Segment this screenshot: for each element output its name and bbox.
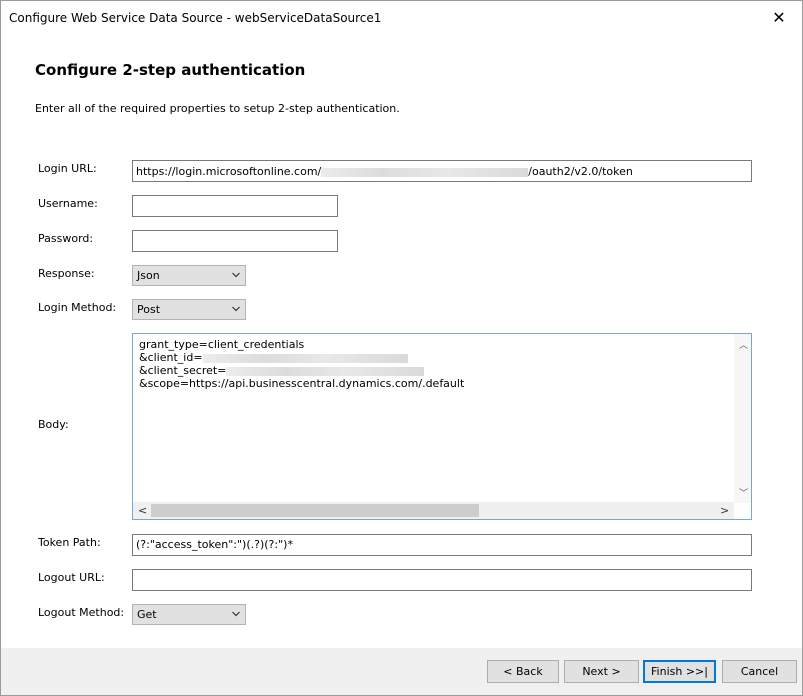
logout-method-select[interactable]: Get bbox=[132, 604, 246, 625]
chevron-down-icon bbox=[232, 306, 240, 312]
login-method-select[interactable]: Post bbox=[132, 299, 246, 320]
back-button[interactable]: < Back bbox=[487, 660, 559, 683]
body-line-4: &scope=https://api.businesscentral.dynam… bbox=[139, 377, 465, 390]
login-url-suffix: /oauth2/v2.0/token bbox=[528, 165, 633, 178]
logout-method-label: Logout Method: bbox=[38, 606, 125, 619]
logout-url-input[interactable] bbox=[132, 569, 752, 591]
password-field[interactable] bbox=[132, 230, 338, 252]
login-url-prefix: https://login.microsoftonline.com/ bbox=[136, 165, 322, 178]
cancel-button[interactable]: Cancel bbox=[722, 660, 797, 683]
scroll-right-icon[interactable]: > bbox=[720, 504, 729, 517]
login-method-label: Login Method: bbox=[38, 301, 117, 314]
chevron-down-icon bbox=[232, 611, 240, 617]
vertical-scrollbar[interactable]: ︿ ﹀ bbox=[734, 334, 751, 503]
token-path-label: Token Path: bbox=[38, 536, 101, 549]
close-icon: ✕ bbox=[772, 7, 786, 27]
redacted-tenant bbox=[321, 167, 529, 177]
login-method-value: Post bbox=[137, 303, 161, 316]
scroll-up-icon[interactable]: ︿ bbox=[739, 338, 748, 351]
window-title: Configure Web Service Data Source - webS… bbox=[9, 11, 382, 25]
finish-button[interactable]: Finish >>| bbox=[643, 660, 716, 683]
username-field[interactable] bbox=[132, 195, 338, 217]
page-description: Enter all of the required properties to … bbox=[35, 102, 400, 115]
chevron-down-icon bbox=[232, 272, 240, 278]
redacted-client-id bbox=[202, 353, 408, 363]
scroll-left-icon[interactable]: < bbox=[138, 504, 147, 517]
logout-method-value: Get bbox=[137, 608, 157, 621]
login-url-input[interactable]: https://login.microsoftonline.com/ /oauth… bbox=[132, 160, 752, 182]
username-label: Username: bbox=[38, 197, 98, 210]
horizontal-scrollbar[interactable]: < > bbox=[133, 502, 734, 519]
redacted-client-secret bbox=[226, 366, 425, 376]
title-bar: Configure Web Service Data Source - webS… bbox=[1, 1, 802, 33]
dialog-window: Configure Web Service Data Source - webS… bbox=[0, 0, 803, 696]
body-line-2: &client_id= bbox=[139, 351, 203, 364]
scroll-down-icon[interactable]: ﹀ bbox=[739, 486, 748, 499]
body-text: grant_type=client_credentials &client_id… bbox=[139, 338, 464, 390]
response-select[interactable]: Json bbox=[132, 265, 246, 286]
body-line-3: &client_secret= bbox=[139, 364, 227, 377]
body-line-1: grant_type=client_credentials bbox=[139, 338, 305, 351]
close-button[interactable]: ✕ bbox=[756, 1, 802, 33]
response-label: Response: bbox=[38, 267, 95, 280]
scroll-thumb[interactable] bbox=[151, 504, 479, 517]
login-url-label: Login URL: bbox=[38, 162, 97, 175]
response-value: Json bbox=[137, 269, 160, 282]
body-label: Body: bbox=[38, 418, 69, 431]
next-button[interactable]: Next > bbox=[564, 660, 639, 683]
page-title: Configure 2-step authentication bbox=[35, 61, 306, 79]
token-path-input[interactable]: (?:"access_token":")(.?)(?:")* bbox=[132, 534, 752, 556]
body-textarea[interactable]: grant_type=client_credentials &client_id… bbox=[132, 333, 752, 520]
password-label: Password: bbox=[38, 232, 94, 245]
logout-url-label: Logout URL: bbox=[38, 571, 105, 584]
